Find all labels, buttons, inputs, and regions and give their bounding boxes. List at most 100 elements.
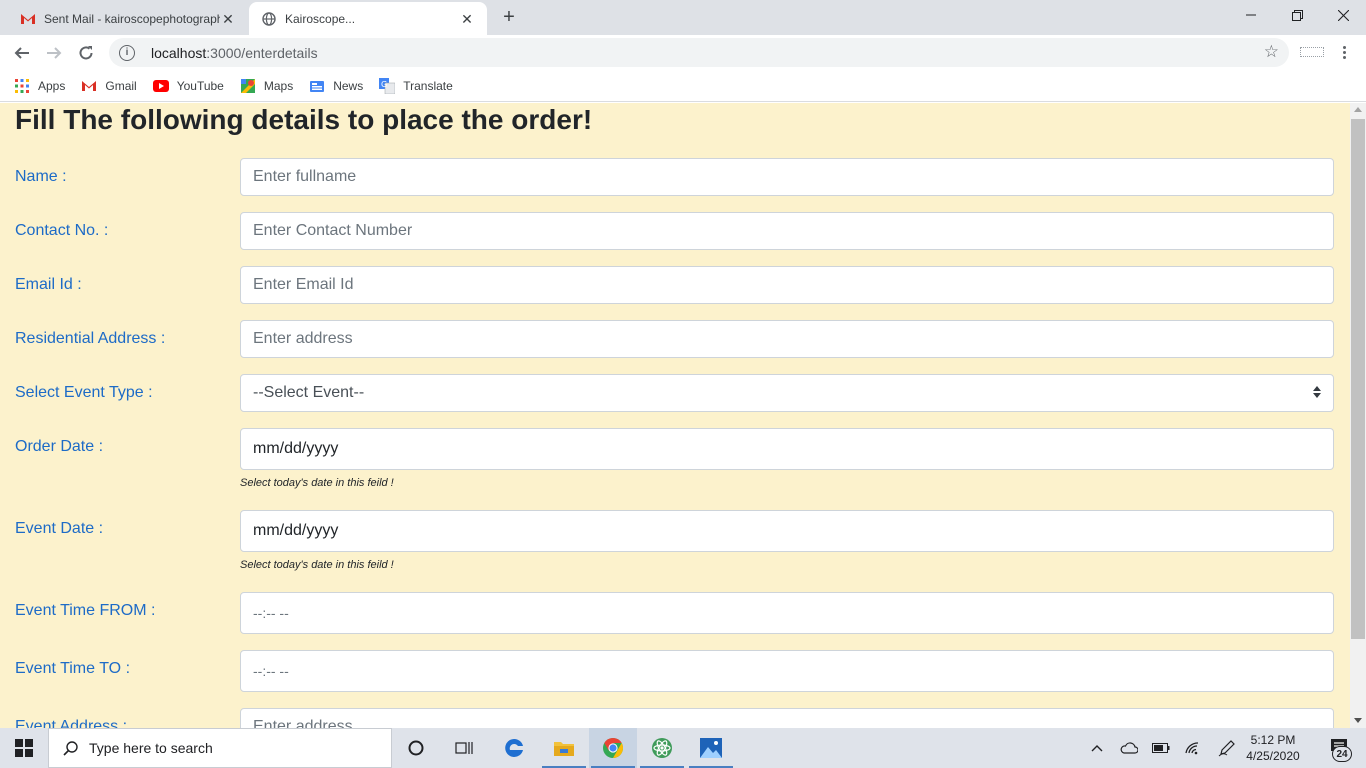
notification-count-badge: 24 (1332, 746, 1352, 762)
battery-icon (1152, 743, 1170, 753)
time-from-input[interactable]: --:-- -- (240, 592, 1334, 634)
page-title: Fill The following details to place the … (15, 104, 593, 135)
system-clock[interactable]: 5:12 PM 4/25/2020 (1240, 728, 1306, 768)
order-date-label: Order Date : (15, 438, 104, 455)
restore-button[interactable] (1274, 0, 1320, 30)
address-bar[interactable]: i localhost:3000/enterdetails ☆ (109, 38, 1289, 67)
cortana-button[interactable] (392, 728, 440, 768)
event-date-help: Select today's date in this feild ! (240, 559, 394, 571)
forward-arrow-icon (47, 47, 62, 59)
close-tab-icon[interactable]: ✕ (459, 11, 475, 27)
bookmarks-bar: Apps Gmail YouTube Maps News G Translate (0, 70, 1366, 102)
new-tab-button[interactable]: + (498, 6, 520, 28)
globe-icon (261, 11, 277, 27)
time-to-input[interactable]: --:-- -- (240, 650, 1334, 692)
minimize-button[interactable] (1228, 0, 1274, 30)
news-icon (309, 78, 325, 94)
bookmark-youtube[interactable]: YouTube (152, 78, 224, 94)
edge-app[interactable] (490, 728, 538, 768)
cloud-icon (1120, 742, 1138, 754)
order-date-help: Select today's date in this feild ! (240, 477, 394, 489)
start-button[interactable] (0, 728, 48, 768)
event-type-selected: --Select Event-- (253, 384, 365, 401)
photos-icon (700, 738, 722, 758)
onedrive-button[interactable] (1116, 728, 1142, 768)
file-explorer-app[interactable] (540, 728, 588, 768)
apps-grid-icon (14, 78, 30, 94)
close-tab-icon[interactable]: ✕ (220, 11, 236, 27)
back-button[interactable] (8, 39, 36, 67)
scrollbar-thumb[interactable] (1351, 119, 1365, 639)
gmail-icon (81, 78, 97, 94)
site-info-icon[interactable]: i (119, 44, 135, 61)
cortana-circle-icon (408, 740, 424, 756)
email-input[interactable]: Enter Email Id (240, 266, 1334, 304)
residential-address-label: Residential Address : (15, 330, 166, 347)
action-center-button[interactable]: 24 (1318, 728, 1362, 768)
url-text[interactable]: localhost:3000/enterdetails (151, 45, 318, 61)
show-hidden-icons-button[interactable] (1086, 728, 1108, 768)
windows-taskbar: Type here to search 5:12 PM 4/25/2020 24 (0, 728, 1366, 768)
bookmark-label: Apps (38, 78, 66, 93)
bookmark-gmail[interactable]: Gmail (81, 78, 137, 94)
chrome-icon (603, 738, 623, 758)
scroll-down-arrow-icon[interactable] (1354, 718, 1362, 723)
order-date-input[interactable]: mm/dd/yyyy (240, 428, 1334, 470)
bookmark-star-icon[interactable]: ☆ (1264, 43, 1279, 61)
contact-input[interactable]: Enter Contact Number (240, 212, 1334, 250)
event-date-label: Event Date : (15, 520, 104, 537)
bookmark-label: Maps (263, 78, 294, 93)
taskbar-search-box[interactable]: Type here to search (48, 728, 392, 768)
youtube-icon (152, 78, 169, 94)
event-address-input[interactable]: Enter address (240, 708, 1334, 728)
search-icon (63, 741, 78, 756)
event-date-input[interactable]: mm/dd/yyyy (240, 510, 1334, 552)
pen-workspace-button[interactable] (1214, 728, 1240, 768)
close-window-button[interactable] (1320, 0, 1366, 30)
atom-app[interactable] (638, 728, 686, 768)
tab-sent-mail[interactable]: Sent Mail - kairoscopephotography ✕ (8, 2, 248, 35)
photos-app[interactable] (687, 728, 735, 768)
clock-time: 5:12 PM (1250, 733, 1296, 747)
translate-icon: G (379, 77, 396, 94)
folder-icon (554, 742, 574, 756)
bookmark-maps[interactable]: Maps (240, 78, 293, 94)
close-icon (1337, 9, 1349, 21)
tab-strip: Sent Mail - kairoscopephotography ✕ Kair… (0, 0, 1366, 35)
atom-icon (652, 738, 672, 758)
task-view-button[interactable] (440, 728, 488, 768)
wifi-icon (1185, 742, 1199, 755)
event-type-select[interactable]: --Select Event-- (240, 374, 1334, 412)
event-address-label: Event Address : (15, 718, 128, 728)
bookmark-label: Gmail (105, 78, 137, 93)
minimize-icon (1246, 14, 1256, 16)
reload-icon (79, 46, 93, 60)
windows-logo-icon (15, 739, 33, 757)
battery-button[interactable] (1148, 728, 1174, 768)
name-input[interactable]: Enter fullname (240, 158, 1334, 196)
time-to-label: Event Time TO : (15, 660, 131, 677)
task-view-icon (455, 742, 473, 754)
scroll-up-arrow-icon[interactable] (1354, 107, 1362, 112)
pen-icon (1218, 740, 1235, 757)
extension-icon[interactable] (1300, 47, 1324, 57)
bookmark-apps[interactable]: Apps (14, 78, 65, 94)
bookmark-label: YouTube (176, 78, 224, 93)
event-type-label: Select Event Type : (15, 384, 153, 401)
tab-title: Sent Mail - kairoscopephotography (44, 11, 220, 26)
restore-icon (1291, 9, 1303, 21)
page-scrollbar[interactable] (1350, 103, 1366, 728)
bookmark-news[interactable]: News (309, 78, 363, 94)
network-button[interactable] (1180, 728, 1206, 768)
bookmark-label: News (333, 78, 364, 93)
browser-menu-button[interactable] (1334, 42, 1354, 62)
forward-button[interactable] (40, 39, 68, 67)
reload-button[interactable] (72, 39, 100, 67)
bookmark-translate[interactable]: G Translate (379, 77, 453, 94)
bookmark-label: Translate (403, 78, 453, 93)
time-from-label: Event Time FROM : (15, 602, 156, 619)
residential-address-input[interactable]: Enter address (240, 320, 1334, 358)
select-arrows-icon (1313, 386, 1321, 398)
chrome-app[interactable] (589, 728, 637, 768)
tab-kairoscope[interactable]: Kairoscope... ✕ (249, 2, 487, 35)
